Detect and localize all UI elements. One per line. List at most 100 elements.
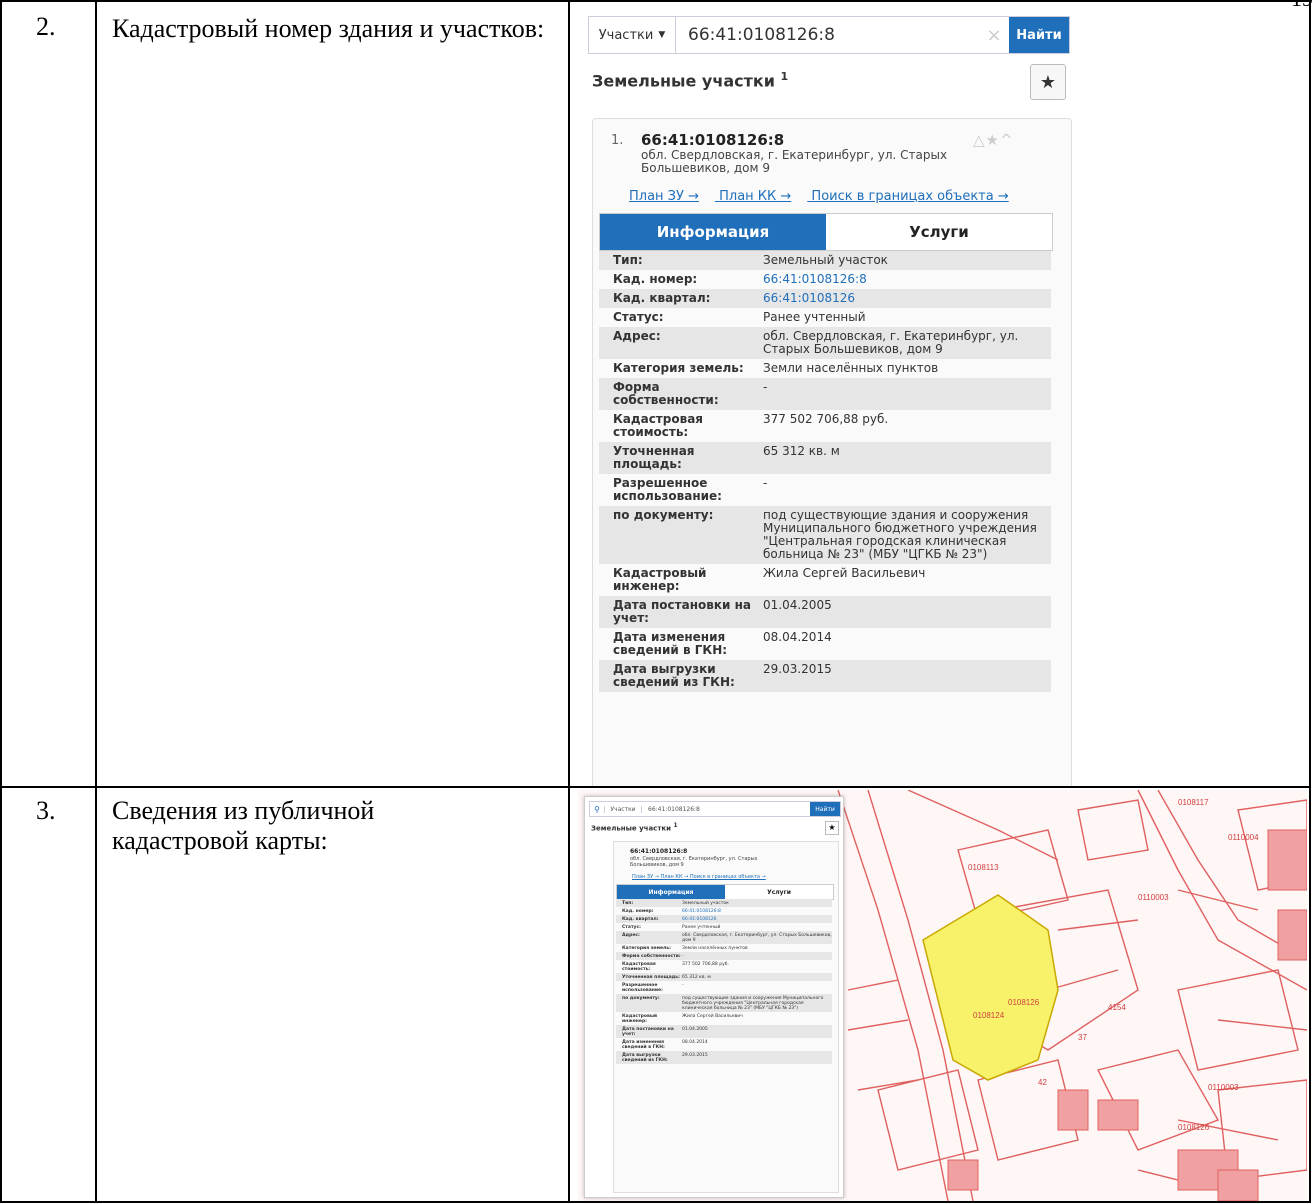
- plan-kk-link[interactable]: План КК →: [719, 189, 791, 204]
- search-type-select[interactable]: Участки ▼: [589, 17, 676, 53]
- chevron-down-icon: ▼: [658, 30, 666, 40]
- map-label: 0110004: [1228, 833, 1259, 842]
- row-number: 2.: [36, 12, 56, 41]
- search-icon[interactable]: ⚲: [590, 805, 604, 814]
- mini-search-bar: ⚲ Участки 66:41:0108126:8 Найти: [589, 801, 841, 817]
- info-key: Адрес:: [613, 329, 661, 343]
- info-key: Статус:: [613, 310, 664, 324]
- info-row: по документу: под существующие здания и с…: [616, 994, 832, 1012]
- info-value: под существующие здания и сооружения Мун…: [682, 995, 824, 1011]
- info-row: Разрешенное использование: -: [616, 981, 832, 994]
- info-row: Кад. квартал: 66:41:0108126: [599, 289, 1051, 308]
- mini-info-panel: ⚲ Участки 66:41:0108126:8 Найти Земельны…: [584, 796, 844, 1198]
- search-input[interactable]: 66:41:0108126:8: [676, 25, 979, 45]
- mini-tab-info[interactable]: Информация: [617, 885, 725, 899]
- mini-section-title-text: Земельные участки: [591, 824, 672, 833]
- info-value: -: [682, 953, 684, 959]
- chevron-up-icon[interactable]: ^: [1000, 131, 1014, 149]
- cadastral-info-screenshot: Участки ▼ 66:41:0108126:8 × Найти Земель…: [578, 6, 1078, 786]
- table-border-top: [0, 0, 1311, 2]
- info-key: Дата постановки на учет:: [622, 1026, 674, 1037]
- mini-search-in-bounds-link[interactable]: Поиск в границах объекта →: [690, 874, 766, 880]
- info-value-link[interactable]: 66:41:0108126: [763, 292, 1051, 305]
- favorite-star-icon[interactable]: ★: [1030, 64, 1066, 100]
- info-key: Адрес:: [622, 932, 640, 938]
- cadastral-map-screenshot: 0108126 0108124 0108113 0110003 0110004 01100…: [578, 790, 1307, 1201]
- info-value: -: [682, 982, 684, 988]
- info-value-link[interactable]: 66:41:0108126: [682, 917, 832, 922]
- info-row: Дата постановки на учет: 01.04.2005: [599, 596, 1051, 628]
- search-bar: Участки ▼ 66:41:0108126:8 × Найти: [588, 16, 1070, 54]
- info-key: по документу:: [622, 995, 660, 1001]
- mini-plan-zu-link[interactable]: План ЗУ →: [632, 874, 659, 880]
- info-value: 29.03.2015: [682, 1052, 708, 1058]
- info-key: Кад. номер:: [622, 908, 654, 914]
- info-value: 65 312 кв. м: [682, 974, 711, 980]
- info-key: Категория земель:: [613, 361, 744, 375]
- mini-info-table: Тип: Земельный участок Кад. номер: 66:41:01…: [616, 899, 832, 1064]
- info-value-link[interactable]: 66:41:0108126:8: [763, 273, 1051, 286]
- mini-star-icon[interactable]: ★: [825, 821, 839, 835]
- mini-search-input[interactable]: 66:41:0108126:8: [642, 806, 810, 813]
- info-value: -: [763, 476, 768, 490]
- info-row: Форма собственности: -: [599, 378, 1051, 410]
- section-title-text: Земельные участки: [592, 71, 775, 91]
- star-icon[interactable]: ★: [986, 131, 1000, 149]
- info-value: 377 502 706,88 руб.: [682, 961, 729, 967]
- info-value: Земли населённых пунктов: [682, 945, 748, 951]
- info-value: -: [763, 380, 768, 394]
- table-border-right: [1309, 0, 1311, 1203]
- info-row: Кад. номер: 66:41:0108126:8: [599, 270, 1051, 289]
- info-key: Уточненная площадь:: [613, 444, 695, 471]
- info-value-link[interactable]: 66:41:0108126:8: [682, 909, 832, 914]
- tab-services[interactable]: Услуги: [826, 214, 1052, 250]
- table-border-col2: [568, 0, 570, 1203]
- info-key: Форма собственности:: [613, 380, 719, 407]
- search-button[interactable]: Найти: [1009, 17, 1069, 53]
- parcel-action-icons[interactable]: △★^: [973, 131, 1014, 149]
- info-value: Земли населённых пунктов: [763, 361, 939, 375]
- mini-parcel-cad-number: 66:41:0108126:8: [630, 848, 688, 855]
- info-row: по документу: под существующие здания и с…: [599, 506, 1051, 564]
- info-row: Адрес: обл. Свердловская, г. Екатеринбург…: [599, 327, 1051, 359]
- map-label: 37: [1078, 1033, 1087, 1042]
- warning-icon[interactable]: △: [973, 131, 986, 149]
- section-count: 1: [780, 70, 789, 83]
- row-description: Кадастровый номер здания и участков:: [112, 14, 545, 43]
- mini-info-tabs: Информация Услуги: [616, 884, 834, 900]
- info-row: Кадастровая стоимость: 377 502 706,88 руб…: [616, 960, 832, 973]
- mini-section-title: Земельные участки 1: [591, 823, 678, 832]
- mini-search-button[interactable]: Найти: [810, 802, 840, 816]
- map-label: 4154: [1108, 1003, 1126, 1012]
- mini-plan-kk-link[interactable]: План КК →: [661, 874, 689, 880]
- info-row: Дата выгрузки сведений из ГКН: 29.03.2015: [616, 1051, 832, 1064]
- info-row: Форма собственности: -: [616, 952, 832, 960]
- table-border-col1: [95, 0, 97, 1203]
- table-row-divider: [0, 786, 1311, 788]
- tab-info[interactable]: Информация: [600, 214, 826, 250]
- info-row: Дата постановки на учет: 01.04.2005: [616, 1025, 832, 1038]
- mini-section-count: 1: [673, 823, 678, 829]
- clear-icon[interactable]: ×: [979, 25, 1009, 46]
- info-key: Дата выгрузки сведений из ГКН:: [613, 662, 735, 689]
- mini-parcel-links: План ЗУ → План КК → Поиск в границах объ…: [632, 874, 766, 880]
- info-value: 08.04.2014: [682, 1039, 708, 1045]
- info-key: Дата выгрузки сведений из ГКН:: [622, 1052, 668, 1063]
- info-value: Земельный участок: [763, 253, 888, 267]
- parcel-cad-number: 66:41:0108126:8: [641, 131, 785, 149]
- info-value: Жила Сергей Васильевич: [763, 566, 926, 580]
- info-row: Статус: Ранее учтенный: [599, 308, 1051, 327]
- info-value: 65 312 кв. м: [763, 444, 840, 458]
- info-key: Категория земель:: [622, 945, 671, 951]
- info-key: Кад. номер:: [613, 272, 698, 286]
- info-key: Кадастровая стоимость:: [622, 961, 656, 972]
- info-value: под существующие здания и сооружения Мун…: [763, 508, 1037, 561]
- map-label: 0108126: [1008, 998, 1040, 1007]
- mini-search-type[interactable]: Участки: [604, 805, 642, 813]
- info-row: Кадастровый инженер: Жила Сергей Васильев…: [599, 564, 1051, 596]
- info-row: Кадастровая стоимость: 377 502 706,88 руб…: [599, 410, 1051, 442]
- mini-tab-services[interactable]: Услуги: [725, 885, 833, 899]
- info-value: Земельный участок: [682, 900, 729, 906]
- plan-zu-link[interactable]: План ЗУ →: [629, 189, 699, 204]
- search-in-bounds-link[interactable]: Поиск в границах объекта →: [811, 189, 1008, 204]
